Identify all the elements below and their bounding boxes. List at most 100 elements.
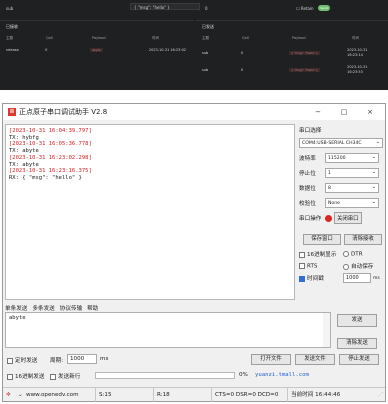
stop-select[interactable]: 1: [325, 168, 379, 178]
tab-multi-send[interactable]: 多条发送: [32, 304, 54, 312]
log-line: TX: hybfg: [9, 134, 39, 141]
port-row: COM4:USB-SERIAL CH34C: [299, 137, 385, 149]
settings-gear-icon[interactable]: ✲: [3, 388, 11, 402]
table-row[interactable]: sub 0 { "msg": "hello" } 2023-10-31 16:2…: [196, 44, 388, 61]
timed-send-label: 定时发送: [15, 358, 38, 364]
tab-help[interactable]: 帮助: [87, 304, 98, 312]
opt-row-2: RTS 自动保存: [299, 260, 385, 272]
clear-send-button[interactable]: 清除发送: [337, 338, 377, 349]
row-qos: 0: [45, 48, 48, 53]
app-icon: 串: [8, 108, 16, 116]
stop-label: 停止位: [299, 171, 316, 177]
sent-title: 已发送: [202, 24, 214, 29]
col-payload: Payload: [292, 36, 306, 40]
baud-row: 波特率 115200: [299, 152, 385, 164]
send-button[interactable]: 发送: [337, 314, 377, 327]
col-time: 时间: [152, 36, 159, 40]
row-topic: sub: [202, 50, 209, 55]
resize-grip-icon[interactable]: ⋰: [375, 388, 384, 402]
port-select[interactable]: COM4:USB-SERIAL CH34C: [299, 138, 383, 148]
log-line: RX: { "msg": "hello" }: [9, 174, 82, 181]
publish-qos[interactable]: 0: [205, 6, 208, 11]
log-timestamp: [2023-10-31 16:23:02.298]: [9, 154, 92, 161]
hex-send-label: 16进制发送: [15, 374, 45, 380]
log-timestamp: [2023-10-31 16:04:39.797]: [9, 128, 92, 134]
baud-label: 波特率: [299, 156, 316, 162]
send-options-row: 定时发送 周期: 1000 ms 打开文件 发送文件 停止发送: [5, 354, 385, 366]
stop-send-button[interactable]: 停止发送: [339, 354, 379, 365]
sent-panel: 已发送 主题 QoS Payload 时间 sub 0 { "msg": "he…: [196, 20, 388, 90]
publish-topic[interactable]: sub: [6, 6, 13, 11]
receive-area[interactable]: [2023-10-31 16:04:39.797] TX: hybfg [2023-…: [5, 124, 295, 300]
stop-row: 停止位 1: [299, 167, 385, 179]
dtr-label: DTR: [351, 251, 363, 258]
tab-single-send[interactable]: 单条发送: [5, 304, 27, 312]
hex-display-checkbox[interactable]: 16进制显示: [299, 250, 343, 258]
hex-display-label: 16进制显示: [307, 252, 337, 258]
chevron-down-icon[interactable]: ⌄: [15, 388, 23, 402]
open-file-button[interactable]: 打开文件: [251, 354, 291, 365]
close-port-button[interactable]: 关闭串口: [334, 212, 362, 224]
row-topic: release: [6, 48, 19, 53]
send-count: S:15: [95, 388, 151, 402]
save-window-button[interactable]: 保存窗口: [303, 234, 341, 245]
table-row[interactable]: sub 0 { "msg": "hello" } 2023-10-31 16:2…: [196, 61, 388, 78]
hex-send-checkbox[interactable]: 16进制发送: [7, 372, 45, 380]
parity-label: 校验位: [299, 201, 316, 207]
title-bar[interactable]: 串 正点原子串口调试助手 V2.8 − □ ×: [3, 104, 385, 120]
op-row: 串口操作 关闭串口: [299, 212, 385, 224]
clear-receive-button[interactable]: 清除接收: [344, 234, 382, 245]
data-select[interactable]: 8: [325, 183, 379, 193]
col-topic: 主题: [6, 36, 13, 40]
received-panel: 已接收 主题 QoS Payload 时间 release 0 abyte 20…: [0, 20, 194, 90]
retain-label: Retain: [300, 5, 314, 11]
close-button[interactable]: ×: [359, 104, 381, 120]
col-payload: Payload: [92, 36, 106, 40]
log-timestamp: [2023-10-31 16:23:16.375]: [9, 168, 92, 175]
tmall-link[interactable]: yuanzi.tmall.com: [255, 372, 309, 378]
retain-checkbox[interactable]: ☐ Retain: [296, 6, 314, 11]
row-qos: 0: [240, 50, 243, 55]
auto-save-checkbox[interactable]: 自动保存: [343, 262, 373, 270]
row-payload: abyte: [90, 48, 103, 53]
mqtt-dashboard: sub { "msg": "hello" } 0 ☐ Retain Send 已…: [0, 0, 388, 90]
log-line: TX: abyte: [9, 148, 39, 155]
send-scrollbar[interactable]: [323, 313, 330, 347]
baud-select[interactable]: 115200: [325, 153, 379, 163]
send-input[interactable]: abyte: [5, 312, 331, 348]
website-url[interactable]: www.openedv.com: [23, 388, 89, 402]
dtr-checkbox[interactable]: DTR: [343, 250, 363, 258]
send-newline-checkbox[interactable]: 发送新行: [50, 372, 80, 380]
col-topic: 主题: [202, 36, 209, 40]
port-label: 串口选择: [299, 128, 322, 134]
timed-send-checkbox[interactable]: 定时发送: [7, 356, 37, 364]
row-topic: sub: [202, 67, 209, 72]
period-label: 周期:: [50, 358, 64, 364]
sent-header: 主题 QoS Payload 时间: [196, 33, 388, 44]
line-status: CTS=0 DSR=0 DCD=0: [211, 388, 285, 402]
receive-count: R:18: [153, 388, 209, 402]
serial-settings: 串口选择 COM4:USB-SERIAL CH34C 波特率 115200 停止…: [299, 124, 385, 302]
table-row[interactable]: release 0 abyte 2023-10-31 16:23:02: [0, 44, 194, 57]
col-qos: QoS: [242, 36, 250, 40]
timestamp-checkbox[interactable]: 时间戳: [299, 274, 343, 282]
timestamp-interval-input[interactable]: 1000: [343, 273, 371, 283]
rts-checkbox[interactable]: RTS: [299, 262, 343, 269]
send-toggle[interactable]: Send: [318, 5, 330, 11]
log-line: TX: abyte: [9, 161, 39, 168]
data-row: 数据位 8: [299, 182, 385, 194]
publish-payload-value: { "msg": "hello" }: [134, 5, 170, 10]
send-newline-label: 发送新行: [58, 374, 81, 380]
auto-save-label: 自动保存: [351, 264, 374, 270]
progress-percent: 0%: [239, 372, 248, 378]
col-qos: QoS: [46, 36, 54, 40]
row-payload: { "msg": "hello" }: [289, 50, 320, 55]
timestamp-label: 时间戳: [307, 276, 324, 282]
parity-select[interactable]: None: [325, 198, 379, 208]
send-file-button[interactable]: 发送文件: [295, 354, 335, 365]
period-input[interactable]: 1000: [67, 354, 97, 364]
tab-protocol[interactable]: 协议传输: [60, 304, 82, 312]
minimize-button[interactable]: −: [307, 104, 329, 120]
log-timestamp: [2023-10-31 16:05:36.778]: [9, 141, 92, 148]
maximize-button[interactable]: □: [333, 104, 355, 120]
